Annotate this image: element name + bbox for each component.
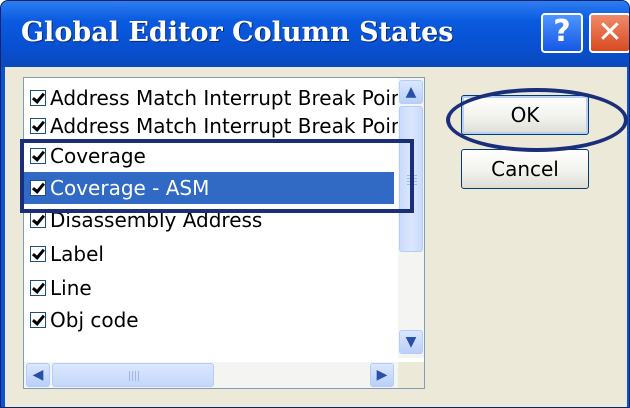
list-item-label: Coverage bbox=[50, 144, 146, 168]
chevron-left-icon: ◀ bbox=[32, 367, 44, 383]
chevron-up-icon: ▲ bbox=[405, 84, 417, 100]
grip-line bbox=[407, 184, 417, 185]
scrollbar-corner bbox=[398, 362, 424, 388]
scroll-right-button[interactable]: ▶ bbox=[370, 363, 394, 387]
list-item-selected[interactable]: Coverage - ASM bbox=[24, 172, 394, 204]
scroll-up-button[interactable]: ▲ bbox=[399, 80, 423, 104]
list-item[interactable]: Label bbox=[30, 238, 104, 270]
scroll-left-button[interactable]: ◀ bbox=[26, 363, 50, 387]
ok-button[interactable]: OK bbox=[461, 95, 589, 135]
list-item-label: Label bbox=[50, 242, 104, 266]
horizontal-scrollbar[interactable]: ◀ ▶ bbox=[24, 362, 398, 388]
checkbox[interactable] bbox=[30, 280, 46, 296]
list-item-label: Line bbox=[50, 276, 92, 300]
dialog-window: Global Editor Column States ? ✕ Address … bbox=[0, 0, 630, 408]
list-item-label: Address Match Interrupt Break Points bbox=[50, 86, 422, 110]
checkbox[interactable] bbox=[30, 118, 46, 134]
grip-line bbox=[132, 371, 133, 381]
checkbox[interactable] bbox=[30, 148, 46, 164]
checkbox[interactable] bbox=[30, 90, 46, 106]
grip-line bbox=[407, 181, 417, 182]
close-icon: ✕ bbox=[597, 15, 623, 50]
list-item[interactable]: Address Match Interrupt Break Points bbox=[30, 110, 422, 142]
checkbox[interactable] bbox=[30, 212, 46, 228]
title-bar[interactable]: Global Editor Column States ? ✕ bbox=[1, 1, 629, 67]
checkbox[interactable] bbox=[30, 246, 46, 262]
chevron-right-icon: ▶ bbox=[376, 367, 388, 383]
help-button[interactable]: ? bbox=[541, 13, 583, 53]
list-item-label: Address Match Interrupt Break Points bbox=[50, 114, 422, 138]
grip-line bbox=[129, 371, 130, 381]
checkbox[interactable] bbox=[30, 180, 46, 196]
list-item[interactable]: Line bbox=[30, 272, 92, 304]
grip-line bbox=[135, 371, 136, 381]
checkbox[interactable] bbox=[30, 312, 46, 328]
list-item[interactable]: Disassembly Address bbox=[30, 204, 262, 236]
list-item[interactable]: Obj code bbox=[30, 304, 139, 336]
chevron-down-icon: ▼ bbox=[405, 334, 417, 350]
horizontal-scroll-thumb[interactable] bbox=[52, 363, 214, 387]
grip-line bbox=[407, 178, 417, 179]
vertical-scroll-thumb[interactable] bbox=[399, 106, 423, 252]
scroll-down-button[interactable]: ▼ bbox=[399, 330, 423, 354]
column-list[interactable]: Address Match Interrupt Break Points Add… bbox=[23, 77, 425, 389]
cancel-button[interactable]: Cancel bbox=[461, 149, 589, 189]
list-item-label: Disassembly Address bbox=[50, 208, 263, 232]
grip-line bbox=[407, 175, 417, 176]
list-item-label: Obj code bbox=[50, 308, 139, 332]
vertical-scrollbar[interactable]: ▲ ▼ bbox=[398, 78, 424, 358]
dialog-title: Global Editor Column States bbox=[21, 17, 454, 48]
close-button[interactable]: ✕ bbox=[589, 13, 629, 53]
grip-line bbox=[138, 371, 139, 381]
dialog-body: Address Match Interrupt Break Points Add… bbox=[5, 67, 627, 407]
list-item[interactable]: Coverage bbox=[30, 140, 146, 172]
list-item-label: Coverage - ASM bbox=[50, 176, 210, 200]
help-icon: ? bbox=[553, 14, 571, 49]
